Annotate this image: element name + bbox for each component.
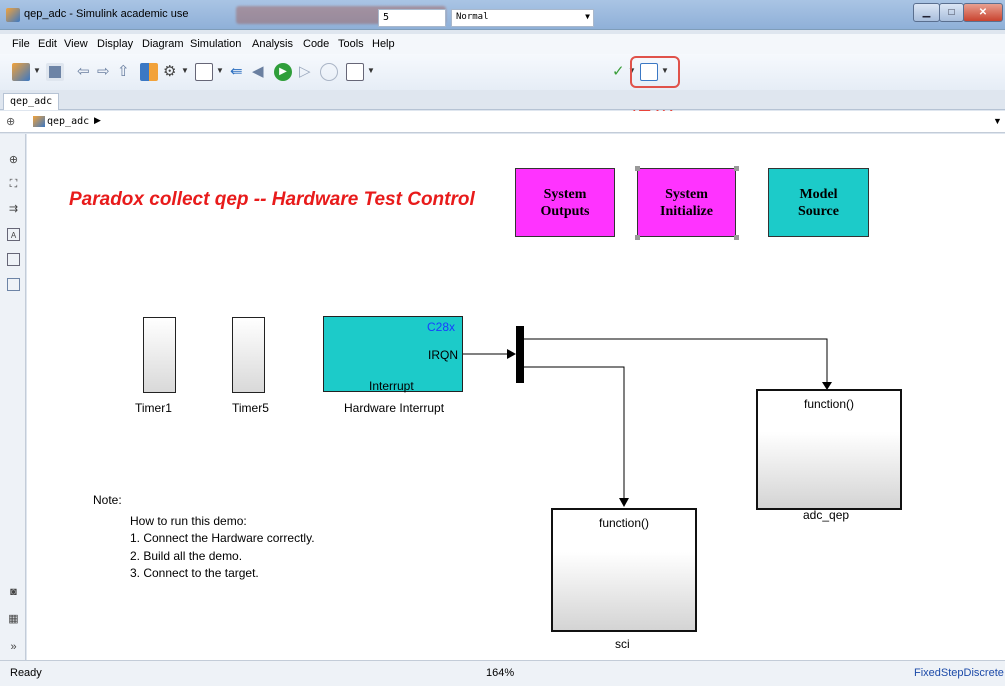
stop-icon[interactable] xyxy=(320,63,338,81)
maximize-button[interactable]: □ xyxy=(939,3,964,22)
adc-qep-block[interactable]: function() xyxy=(756,389,902,510)
run-icon[interactable]: ▶ xyxy=(274,63,292,81)
arrowhead-icon xyxy=(619,498,629,507)
menu-display[interactable]: Display xyxy=(97,38,133,50)
model-config-icon[interactable] xyxy=(195,63,213,81)
image-icon[interactable] xyxy=(7,253,20,266)
toolbar: ▼ ⇦ ⇨ ⇧ ⚙ ▼ ▼ ⇚ ◀ ▶ ▷ ▼ ✓ ▼ ▼ xyxy=(0,54,1005,90)
menu-edit[interactable]: Edit xyxy=(38,38,57,50)
adc-qep-port: function() xyxy=(803,397,855,411)
simulation-mode-value: Normal xyxy=(456,12,489,22)
up-arrow-icon[interactable]: ⇧ xyxy=(117,63,130,81)
arrow-icon[interactable]: ⇉ xyxy=(7,203,20,216)
zoom-icon[interactable]: ⊕ xyxy=(7,154,20,167)
window-title: qep_adc - Simulink academic use xyxy=(24,8,189,20)
build-button-highlight xyxy=(630,56,680,88)
note-step: 3. Connect to the target. xyxy=(130,566,259,580)
note-intro: How to run this demo: xyxy=(130,514,247,528)
chevron-down-icon[interactable]: ▼ xyxy=(367,66,375,75)
close-button[interactable]: ✕ xyxy=(963,3,1003,22)
scope-icon[interactable] xyxy=(346,63,364,81)
status-text: Ready xyxy=(10,667,42,679)
model-advisor-icon[interactable]: ✓ xyxy=(612,63,625,81)
signal-line[interactable] xyxy=(524,338,828,382)
fit-view-icon[interactable]: ⛶ xyxy=(7,178,20,191)
arrowhead-icon xyxy=(507,349,516,359)
chevron-down-icon[interactable]: ▼ xyxy=(181,66,189,75)
zoom-level: 164% xyxy=(486,667,515,679)
palette: ⊕ ⛶ ⇉ A ◙ ▦ » xyxy=(0,134,26,660)
chevron-down-icon[interactable]: ▼ xyxy=(33,66,41,75)
back-arrow-icon[interactable]: ⇦ xyxy=(77,63,90,81)
library-browser-icon[interactable] xyxy=(140,63,158,81)
forward-arrow-icon[interactable]: ⇨ xyxy=(97,63,110,81)
area-icon[interactable] xyxy=(7,278,20,291)
menu-analysis[interactable]: Analysis xyxy=(252,38,293,50)
solver-link[interactable]: FixedStepDiscrete xyxy=(914,667,1004,679)
expand-icon[interactable]: » xyxy=(7,641,20,654)
menu-bar: File Edit View Display Diagram Simulatio… xyxy=(0,34,1005,54)
minimize-button[interactable]: ▁ xyxy=(913,3,940,22)
chevron-down-icon[interactable]: ▼ xyxy=(993,116,1002,126)
menu-code[interactable]: Code xyxy=(303,38,329,50)
stop-time-input[interactable]: 5 xyxy=(378,9,446,27)
simulation-mode-select[interactable]: Normal ▼ xyxy=(451,9,594,27)
breadcrumb: ⊕ qep_adc ▶ ▼ xyxy=(0,111,1005,133)
menu-simulation[interactable]: Simulation xyxy=(190,38,241,50)
menu-file[interactable]: File xyxy=(12,38,30,50)
model-icon xyxy=(33,116,45,127)
signal-line[interactable] xyxy=(524,366,625,498)
menu-diagram[interactable]: Diagram xyxy=(142,38,184,50)
note-step: 1. Connect the Hardware correctly. xyxy=(130,531,315,545)
note-step: 2. Build all the demo. xyxy=(130,549,243,563)
step-back-icon[interactable]: ⇚ xyxy=(230,63,243,81)
new-model-icon[interactable] xyxy=(12,63,30,81)
simulink-app-icon xyxy=(6,8,20,22)
hide-explorer-icon[interactable]: ⊕ xyxy=(6,115,15,128)
menu-tools[interactable]: Tools xyxy=(338,38,364,50)
sci-block[interactable]: function() xyxy=(551,508,697,632)
model-browser-icon[interactable]: ▦ xyxy=(7,613,20,626)
status-bar: Ready 164% FixedStepDiscrete xyxy=(0,660,1005,686)
adc-qep-label: adc_qep xyxy=(803,508,850,522)
demux-block[interactable] xyxy=(516,326,524,383)
sci-port: function() xyxy=(598,516,650,530)
model-canvas[interactable]: Paradox collect qep -- Hardware Test Con… xyxy=(27,134,1005,660)
chevron-down-icon[interactable]: ▼ xyxy=(216,66,224,75)
tab-bar xyxy=(0,92,1005,110)
menu-help[interactable]: Help xyxy=(372,38,395,50)
tab-model[interactable]: qep_adc xyxy=(3,93,59,110)
chevron-down-icon: ▼ xyxy=(585,12,590,21)
step-forward-icon[interactable]: ▷ xyxy=(299,63,311,81)
sci-label: sci xyxy=(615,637,630,651)
breadcrumb-model[interactable]: qep_adc xyxy=(47,116,89,127)
note-heading: Note: xyxy=(93,493,122,507)
camera-icon[interactable]: ◙ xyxy=(7,586,20,599)
step-back-icon[interactable]: ◀ xyxy=(252,63,264,81)
save-icon[interactable] xyxy=(46,63,64,81)
gear-icon[interactable]: ⚙ xyxy=(163,63,176,81)
menu-view[interactable]: View xyxy=(64,38,88,50)
annotation-icon[interactable]: A xyxy=(7,228,20,241)
chevron-right-icon[interactable]: ▶ xyxy=(94,115,101,126)
